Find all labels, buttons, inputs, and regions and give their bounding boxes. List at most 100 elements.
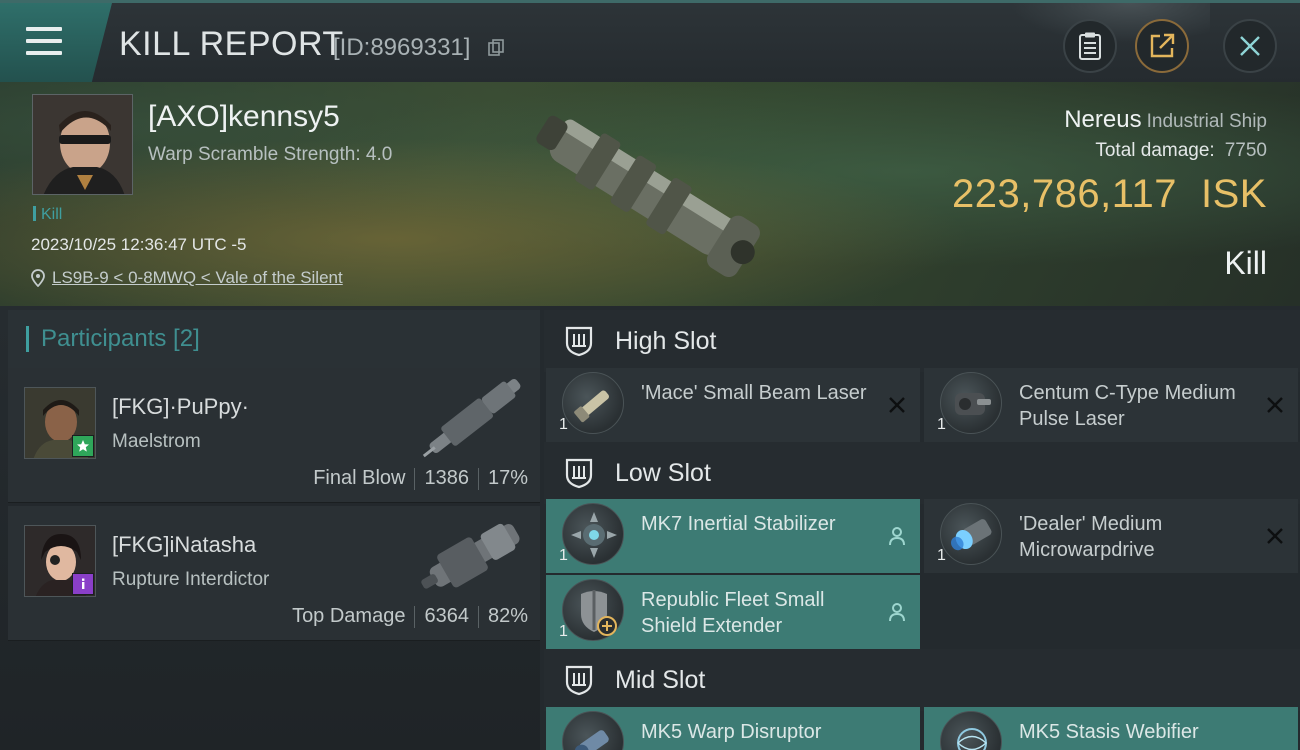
victim-ship-line: Nereus Industrial Ship (1064, 106, 1267, 134)
low-slot-header: Low Slot (544, 442, 1300, 504)
destroyed-icon (1264, 525, 1286, 547)
clipboard-icon (1079, 32, 1101, 60)
copy-icon[interactable] (487, 39, 505, 57)
destroyed-icon (886, 394, 908, 416)
participant-damage: 1386 (424, 467, 469, 489)
total-damage-line: Total damage: 7750 (1095, 140, 1267, 162)
participants-header-accent (26, 326, 29, 352)
victim-ship-image[interactable] (520, 86, 780, 301)
kill-result-label: Kill (1224, 245, 1267, 281)
high-slot-header: High Slot (544, 310, 1300, 372)
participant-damage: 6364 (424, 605, 469, 627)
victim-banner: [AXO]kennsy5 Warp Scramble Strength: 4.0… (0, 82, 1300, 306)
location-text: LS9B-9 < 0-8MWQ < Vale of the Silent (52, 268, 343, 287)
participant-ship-image[interactable] (410, 508, 540, 600)
module-item[interactable]: 1 MK5 Warp Disruptor (546, 707, 920, 750)
module-quantity: 1 (937, 416, 946, 433)
stats-divider (414, 605, 416, 628)
stasis-webifier-icon (940, 711, 1002, 750)
participant-role: Final Blow (313, 467, 406, 489)
kill-location-link[interactable]: LS9B-9 < 0-8MWQ < Vale of the Silent (31, 268, 343, 288)
module-item[interactable]: 1 MK5 Stasis Webifier (924, 707, 1298, 750)
participant-badge (72, 435, 94, 457)
person-icon (886, 525, 908, 547)
module-quantity: 1 (559, 416, 568, 433)
kill-type-tag: Kill (33, 206, 62, 224)
kill-datetime: 2023/10/25 12:36:47 UTC -5 (31, 235, 247, 254)
module-quantity: 1 (559, 623, 568, 640)
module-name: MK7 Inertial Stabilizer (641, 513, 836, 535)
hamburger-menu-icon (26, 27, 62, 55)
header-bar: KILL REPORT [ID:8969331] (0, 0, 1300, 82)
isk-unit: ISK (1201, 172, 1267, 216)
module-quantity: 1 (559, 547, 568, 564)
report-id: [ID:8969331] (333, 34, 471, 61)
participant-ship: Maelstrom (112, 431, 201, 452)
shield-extender-icon (562, 579, 624, 641)
total-damage-label: Total damage: (1095, 140, 1215, 161)
participant-row[interactable]: [FKG]·PuPpy· Maelstrom Final Blow 1386 1… (8, 368, 540, 503)
module-name: 'Dealer' Medium Microwarpdrive (1019, 513, 1163, 561)
isk-amount: 223,786,117 (952, 172, 1178, 216)
share-icon (1150, 33, 1175, 58)
module-item[interactable]: 1 MK7 Inertial Stabilizer (546, 499, 920, 573)
module-item[interactable]: 1 Centum C-Type Medium Pulse Laser (924, 368, 1298, 442)
module-quantity: 1 (937, 547, 946, 564)
low-slot-label: Low Slot (615, 458, 711, 487)
mid-slot-icon (565, 665, 593, 696)
destroyed-icon (1264, 394, 1286, 416)
star-icon (77, 440, 89, 452)
high-slot-label: High Slot (615, 326, 717, 355)
participant-role: Top Damage (292, 605, 406, 627)
participant-stats: Final Blow 1386 17% (313, 467, 528, 490)
close-icon (1240, 36, 1260, 56)
mid-slot-label: Mid Slot (615, 665, 706, 694)
participant-badge (72, 573, 94, 595)
module-name: MK5 Warp Disruptor (641, 721, 822, 743)
participants-header: Participants [2] (8, 310, 540, 368)
module-item[interactable]: 1 Republic Fleet Small Shield Extender (546, 575, 920, 649)
info-icon (82, 578, 85, 589)
module-name: 'Mace' Small Beam Laser (641, 382, 867, 404)
module-name: Centum C-Type Medium Pulse Laser (1019, 382, 1236, 430)
warp-scramble-strength: Warp Scramble Strength: 4.0 (148, 144, 393, 165)
pulse-laser-icon (940, 372, 1002, 434)
menu-button[interactable] (0, 3, 112, 82)
page-title: KILL REPORT (119, 25, 344, 63)
stats-divider (414, 467, 416, 490)
participant-name[interactable]: [FKG]iNatasha (112, 532, 256, 558)
victim-ship-class: Industrial Ship (1146, 111, 1267, 132)
module-name: Republic Fleet Small Shield Extender (641, 589, 825, 637)
victim-name[interactable]: [AXO]kennsy5 (148, 100, 340, 134)
low-slot-icon (565, 458, 593, 489)
warp-disruptor-icon (562, 711, 624, 750)
stats-divider (477, 467, 479, 490)
close-button[interactable] (1223, 19, 1277, 73)
inertial-stabilizer-icon (562, 503, 624, 565)
share-button[interactable] (1135, 19, 1189, 73)
participant-percent: 82% (487, 605, 528, 627)
participant-row[interactable]: [FKG]iNatasha Rupture Interdictor Top Da… (8, 506, 540, 641)
participant-stats: Top Damage 6364 82% (292, 605, 528, 628)
participant-name[interactable]: [FKG]·PuPpy· (112, 394, 249, 420)
participant-ship: Rupture Interdictor (112, 569, 270, 590)
stats-divider (477, 605, 479, 628)
mid-slot-header: Mid Slot (544, 649, 1300, 711)
participant-percent: 17% (487, 467, 528, 489)
total-damage-value: 7750 (1224, 140, 1267, 161)
microwarpdrive-icon (940, 503, 1002, 565)
clipboard-button[interactable] (1063, 19, 1117, 73)
victim-avatar[interactable] (32, 94, 133, 195)
person-icon (886, 601, 908, 623)
module-name: MK5 Stasis Webifier (1019, 721, 1199, 743)
victim-portrait-image (33, 95, 132, 194)
beam-laser-icon (562, 372, 624, 434)
isk-value-line: 223,786,117 ISK (952, 172, 1267, 217)
participant-ship-image[interactable] (410, 370, 540, 462)
module-item[interactable]: 1 'Mace' Small Beam Laser (546, 368, 920, 442)
module-item[interactable]: 1 'Dealer' Medium Microwarpdrive (924, 499, 1298, 573)
high-slot-icon (565, 326, 593, 357)
participants-panel: Participants [2] [FKG]·PuPpy· Maelstrom (0, 306, 540, 750)
victim-ship-name[interactable]: Nereus (1064, 106, 1141, 133)
fitting-panel: High Slot 1 'Mace' Small Beam Laser 1 Ce… (540, 306, 1300, 750)
